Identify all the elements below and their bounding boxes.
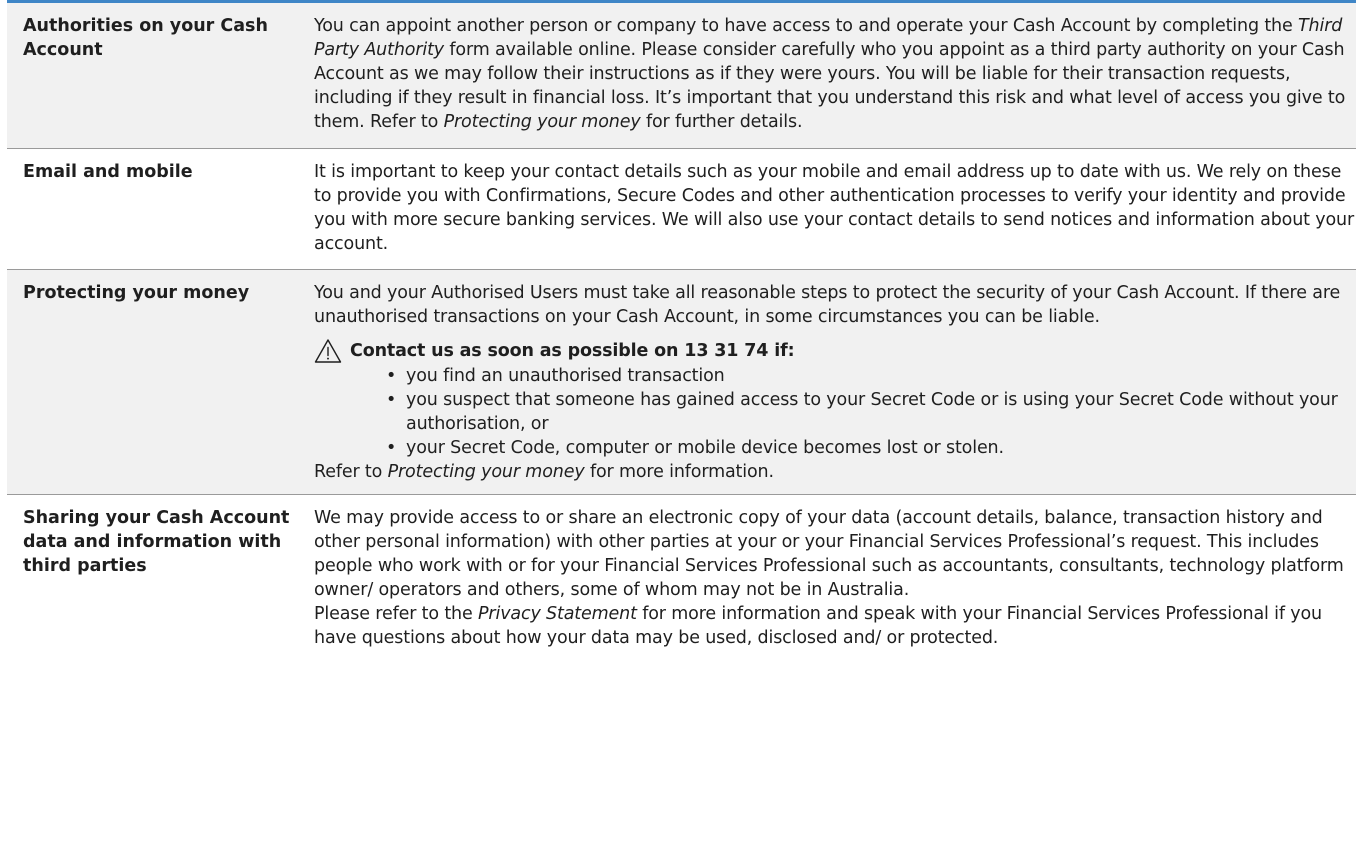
list-item: your Secret Code, computer or mobile dev… xyxy=(386,436,1356,460)
row-body: It is important to keep your contact det… xyxy=(314,149,1356,269)
warning-bullet-list: you find an unauthorised transaction you… xyxy=(314,364,1356,460)
information-table: Authorities on your Cash Account You can… xyxy=(7,0,1356,660)
row-heading: Authorities on your Cash Account xyxy=(23,16,268,60)
authorities-paragraph: You can appoint another person or compan… xyxy=(314,16,1346,132)
row-body: You can appoint another person or compan… xyxy=(314,3,1356,148)
sharing-data-paragraph: We may provide access to or share an ele… xyxy=(314,508,1344,600)
refer-line: Refer to Protecting your money for more … xyxy=(314,462,774,482)
protecting-money-paragraph: You and your Authorised Users must take … xyxy=(314,283,1341,327)
table-row-sharing-data: Sharing your Cash Account data and infor… xyxy=(7,495,1356,660)
table-row-authorities: Authorities on your Cash Account You can… xyxy=(7,3,1356,149)
protecting-your-money-reference: Protecting your money xyxy=(443,112,641,132)
email-mobile-paragraph: It is important to keep your contact det… xyxy=(314,162,1355,254)
privacy-statement-reference: Privacy Statement xyxy=(478,604,637,624)
protecting-your-money-reference: Protecting your money xyxy=(387,462,585,482)
warning-callout: Contact us as soon as possible on 13 31 … xyxy=(314,339,1356,364)
list-item: you find an unauthorised transaction xyxy=(386,364,1356,388)
row-heading: Sharing your Cash Account data and infor… xyxy=(23,508,290,576)
row-heading: Protecting your money xyxy=(23,283,250,303)
warning-triangle-icon xyxy=(314,339,342,363)
row-body: We may provide access to or share an ele… xyxy=(314,495,1356,660)
warning-title: Contact us as soon as possible on 13 31 … xyxy=(350,341,795,361)
table-row-protecting-money: Protecting your money You and your Autho… xyxy=(7,270,1356,495)
list-item: you suspect that someone has gained acce… xyxy=(386,388,1356,436)
privacy-paragraph: Please refer to the Privacy Statement fo… xyxy=(314,604,1322,648)
row-heading: Email and mobile xyxy=(23,162,193,182)
table-row-email-mobile: Email and mobile It is important to keep… xyxy=(7,149,1356,270)
row-body: You and your Authorised Users must take … xyxy=(314,270,1356,494)
